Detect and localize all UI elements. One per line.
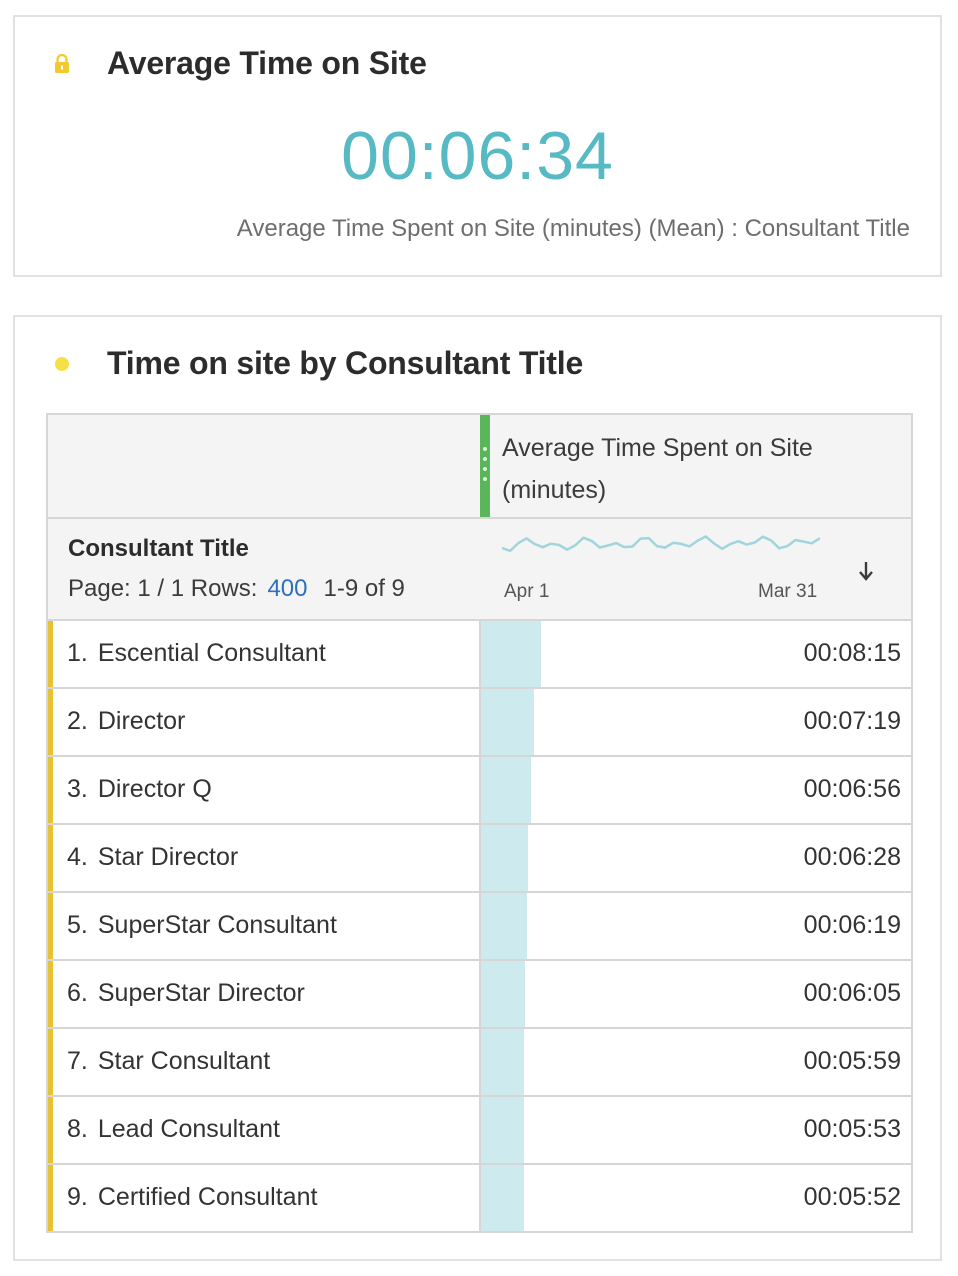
table-body: 1. Escential Consultant 00:08:15 2. Director… xyxy=(48,621,911,1231)
row-label-text: Director Q xyxy=(97,775,212,803)
row-label[interactable]: 9. Certified Consultant xyxy=(67,1183,317,1212)
sparkline-start-date: Apr 1 xyxy=(504,581,550,602)
column-header-row: Average Time Spent on Site (minutes) xyxy=(48,415,911,519)
row-label[interactable]: 6. SuperStar Director xyxy=(67,979,305,1008)
table-row[interactable]: 7. Star Consultant 00:05:59 xyxy=(48,1029,911,1097)
row-accent-bar xyxy=(48,961,53,1027)
inline-bar xyxy=(481,1029,524,1095)
row-value: 00:07:19 xyxy=(803,707,901,735)
table-row[interactable]: 8. Lead Consultant 00:05:53 xyxy=(48,1097,911,1165)
row-label-text: Star Consultant xyxy=(97,1047,271,1075)
row-label[interactable]: 1. Escential Consultant xyxy=(67,639,326,668)
summary-panel-title: Average Time on Site xyxy=(107,45,427,81)
table-row[interactable]: 6. SuperStar Director 00:06:05 xyxy=(48,961,911,1029)
row-accent-bar xyxy=(48,825,53,891)
table-row[interactable]: 3. Director Q 00:06:56 xyxy=(48,757,911,825)
row-label[interactable]: 2. Director xyxy=(67,707,185,736)
status-dot-icon xyxy=(51,353,73,375)
row-accent-bar xyxy=(48,1029,53,1095)
table-row[interactable]: 9. Certified Consultant 00:05:52 xyxy=(48,1165,911,1231)
inline-bar xyxy=(481,757,531,823)
row-accent-bar xyxy=(48,1165,53,1231)
row-label-text: Director xyxy=(97,707,186,735)
sparkline-path xyxy=(502,535,820,553)
row-label[interactable]: 8. Lead Consultant xyxy=(67,1115,280,1144)
pagination: Page: 1 / 1 Rows: 400 1-9 of 9 xyxy=(68,575,405,603)
dimension-header-row: Consultant Title Page: 1 / 1 Rows: 400 1-9… xyxy=(48,519,911,621)
row-accent-bar xyxy=(48,893,53,959)
row-value: 00:06:56 xyxy=(803,775,901,803)
metric-value: 00:06:34 xyxy=(341,118,614,194)
lock-icon xyxy=(51,53,73,75)
row-accent-bar xyxy=(48,689,53,755)
row-number: 5. xyxy=(67,911,88,939)
row-label-text: SuperStar Director xyxy=(97,979,305,1007)
inline-bar xyxy=(481,1097,524,1163)
sparkline-end-date: Mar 31 xyxy=(758,581,818,602)
row-number: 6. xyxy=(67,979,88,1007)
row-number: 3. xyxy=(67,775,88,803)
row-number: 7. xyxy=(67,1047,88,1075)
row-value: 00:08:15 xyxy=(803,639,901,667)
dimension-title[interactable]: Consultant Title xyxy=(68,535,249,563)
table-row[interactable]: 5. SuperStar Consultant 00:06:19 xyxy=(48,893,911,961)
table-panel-title: Time on site by Consultant Title xyxy=(107,345,584,381)
row-accent-bar xyxy=(48,621,53,687)
row-label-text: Escential Consultant xyxy=(97,639,326,667)
row-label[interactable]: 4. Star Director xyxy=(67,843,238,872)
row-number: 1. xyxy=(67,639,88,667)
column-resize-handle[interactable] xyxy=(480,415,490,517)
row-number: 8. xyxy=(67,1115,88,1143)
row-label[interactable]: 7. Star Consultant xyxy=(67,1047,270,1076)
row-value: 00:05:53 xyxy=(803,1115,901,1143)
row-value: 00:06:19 xyxy=(803,911,901,939)
inline-bar xyxy=(481,825,528,891)
rows-per-page-link[interactable]: 400 xyxy=(267,575,307,602)
table-panel: Time on site by Consultant Title Average… xyxy=(13,315,942,1261)
row-number: 9. xyxy=(67,1183,88,1211)
inline-bar xyxy=(481,1165,524,1231)
arrow-down-icon[interactable] xyxy=(856,559,876,583)
trend-sparkline xyxy=(502,535,820,553)
inline-bar xyxy=(481,621,541,687)
page-text: Page: 1 / 1 Rows: xyxy=(68,575,258,602)
row-label-text: Lead Consultant xyxy=(97,1115,280,1143)
row-value: 00:05:52 xyxy=(803,1183,901,1211)
table-panel-header: Time on site by Consultant Title xyxy=(51,345,583,382)
row-label-text: Certified Consultant xyxy=(97,1183,318,1211)
inline-bar xyxy=(481,893,527,959)
row-value: 00:06:05 xyxy=(803,979,901,1007)
inline-bar xyxy=(481,689,534,755)
table-row[interactable]: 4. Star Director 00:06:28 xyxy=(48,825,911,893)
table-row[interactable]: 1. Escential Consultant 00:08:15 xyxy=(48,621,911,689)
row-value: 00:06:28 xyxy=(803,843,901,871)
row-label[interactable]: 3. Director Q xyxy=(67,775,212,804)
row-accent-bar xyxy=(48,757,53,823)
row-label-text: Star Director xyxy=(97,843,239,871)
row-label-text: SuperStar Consultant xyxy=(97,911,337,939)
metric-column-header[interactable]: Average Time Spent on Site (minutes) xyxy=(502,427,842,511)
summary-panel: Average Time on Site 00:06:34 Average Ti… xyxy=(13,15,942,277)
freeform-table: Average Time Spent on Site (minutes) Con… xyxy=(46,413,913,1233)
metric-caption: Average Time Spent on Site (minutes) (Me… xyxy=(236,215,910,242)
row-number: 4. xyxy=(67,843,88,871)
row-label[interactable]: 5. SuperStar Consultant xyxy=(67,911,337,940)
summary-panel-header: Average Time on Site xyxy=(51,45,427,82)
row-value: 00:05:59 xyxy=(803,1047,901,1075)
table-row[interactable]: 2. Director 00:07:19 xyxy=(48,689,911,757)
row-number: 2. xyxy=(67,707,88,735)
row-accent-bar xyxy=(48,1097,53,1163)
inline-bar xyxy=(481,961,525,1027)
row-range-text: 1-9 of 9 xyxy=(323,575,405,602)
